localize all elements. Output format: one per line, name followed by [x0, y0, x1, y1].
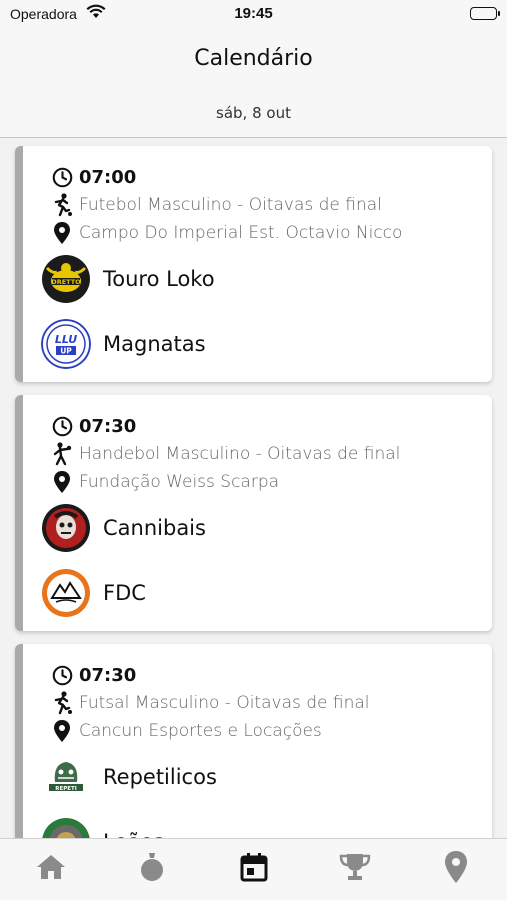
football-player-icon: [51, 691, 73, 715]
game-sport-row: Handebol Masculino - Oitavas de final: [51, 440, 400, 468]
games-list[interactable]: 07:00 Futebol Masculino - Oitavas de fin…: [0, 139, 507, 838]
tab-trophy[interactable]: [335, 849, 375, 889]
game-time-row: 07:30: [51, 661, 136, 689]
team-row[interactable]: Cannibais: [41, 502, 206, 554]
game-card[interactable]: 07:30 Handebol Masculino - Oitavas de fi…: [15, 395, 492, 631]
game-location-row: Fundação Weiss Scarpa: [51, 468, 279, 496]
game-location-row: Campo Do Imperial Est. Octavio Nicco: [51, 219, 402, 247]
team-name: Touro Loko: [103, 267, 215, 291]
team-name: Leões: [103, 830, 164, 838]
mountain-crest-icon: [41, 568, 91, 618]
bull-crest-icon: DRETTO: [41, 254, 91, 304]
game-location: Fundação Weiss Scarpa: [79, 472, 280, 492]
tab-sports[interactable]: [132, 849, 172, 889]
battery-icon: [470, 7, 500, 20]
tab-location[interactable]: [436, 849, 476, 889]
team-row[interactable]: DRETTO Touro Loko: [41, 253, 215, 305]
clock-time: 19:45: [234, 5, 273, 22]
medal-icon: [138, 852, 166, 886]
clock-icon: [51, 166, 73, 188]
game-time: 07:30: [79, 415, 137, 437]
date-label: sáb, 8 out: [216, 104, 291, 122]
location-pin-icon: [51, 471, 73, 493]
game-sport-row: Futsal Masculino - Oitavas de final: [51, 689, 370, 717]
tab-home[interactable]: [31, 849, 71, 889]
team-row[interactable]: FDC: [41, 567, 146, 619]
team-name: Repetilicos: [103, 765, 217, 789]
game-location-row: Cancun Esportes e Locações: [51, 717, 322, 745]
game-sport-row: Futebol Masculino - Oitavas de final: [51, 191, 382, 219]
team-name: FDC: [103, 581, 146, 605]
trophy-icon: [339, 852, 371, 886]
location-pin-icon: [51, 720, 73, 742]
tab-calendar[interactable]: [234, 849, 274, 889]
lion-crest-icon: [41, 817, 91, 838]
clock-icon: [51, 415, 73, 437]
svg-text:DRETTO: DRETTO: [51, 278, 81, 286]
team-row[interactable]: REPETI Repetilicos: [41, 751, 217, 803]
svg-text:LLU: LLU: [55, 333, 77, 346]
location-pin-icon: [51, 222, 73, 244]
team-row[interactable]: LLU UP Magnatas: [41, 318, 206, 370]
handball-player-icon: [51, 442, 73, 466]
game-time-row: 07:00: [51, 163, 136, 191]
svg-text:UP: UP: [60, 347, 72, 356]
tab-bar: [0, 838, 507, 900]
team-row[interactable]: Leões: [41, 816, 164, 838]
reptile-crest-icon: REPETI: [41, 752, 91, 802]
game-card[interactable]: 07:00 Futebol Masculino - Oitavas de fin…: [15, 146, 492, 382]
svg-text:REPETI: REPETI: [55, 786, 77, 792]
game-location: Campo Do Imperial Est. Octavio Nicco: [79, 223, 403, 243]
location-pin-icon: [444, 851, 468, 887]
up-crest-icon: LLU UP: [41, 319, 91, 369]
team-name: Magnatas: [103, 332, 206, 356]
game-location: Cancun Esportes e Locações: [79, 721, 322, 741]
football-player-icon: [51, 193, 73, 217]
skull-crest-icon: [41, 503, 91, 553]
game-time: 07:30: [79, 664, 137, 686]
game-sport: Futebol Masculino - Oitavas de final: [79, 195, 382, 215]
game-sport: Handebol Masculino - Oitavas de final: [79, 444, 401, 464]
game-time-row: 07:30: [51, 412, 136, 440]
team-name: Cannibais: [103, 516, 206, 540]
game-sport: Futsal Masculino - Oitavas de final: [79, 693, 370, 713]
page-title: Calendário: [194, 46, 313, 71]
status-bar: Operadora 19:45: [0, 0, 507, 30]
nav-header: Calendário sáb, 8 out: [0, 30, 507, 138]
calendar-icon: [240, 852, 268, 886]
game-time: 07:00: [79, 166, 137, 188]
game-card[interactable]: 07:30 Futsal Masculino - Oitavas de fina…: [15, 644, 492, 838]
home-icon: [36, 853, 66, 885]
clock-icon: [51, 664, 73, 686]
